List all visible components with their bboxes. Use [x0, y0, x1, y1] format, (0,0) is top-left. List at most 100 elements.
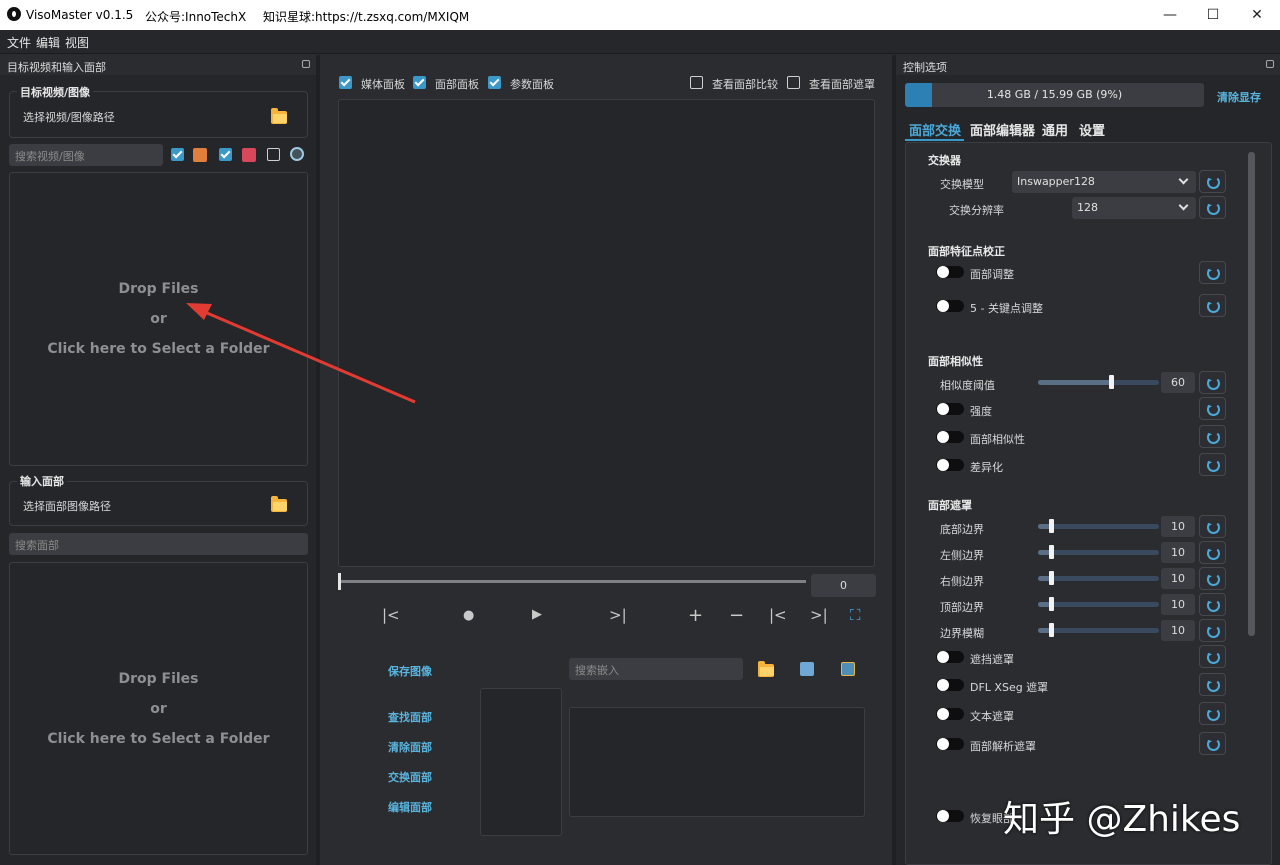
slider-knob[interactable]: [1049, 623, 1054, 637]
maximize-button[interactable]: ☐: [1202, 5, 1224, 25]
undock-icon[interactable]: [1266, 60, 1274, 68]
record-button[interactable]: ●: [463, 608, 474, 623]
find-faces-button[interactable]: 查找面部: [388, 709, 432, 725]
border-blur-value[interactable]: 10: [1161, 620, 1195, 641]
reset-icon[interactable]: [1199, 619, 1226, 642]
faces-drop-zone[interactable]: Drop Files or Click here to Select a Fol…: [9, 562, 308, 855]
bottom-border-slider[interactable]: [1038, 519, 1159, 533]
menu-view[interactable]: 视图: [65, 34, 89, 51]
save-embed-icon[interactable]: [800, 662, 814, 676]
menu-edit[interactable]: 编辑: [36, 34, 60, 51]
fit-view-button[interactable]: ⛶: [850, 606, 861, 624]
face-similarity-toggle[interactable]: [936, 431, 964, 443]
target-faces-list[interactable]: [480, 688, 562, 836]
mask-checkbox[interactable]: [787, 76, 800, 89]
filter-webcam-checkbox[interactable]: [267, 148, 280, 161]
search-embed-input[interactable]: 搜索嵌入: [569, 658, 743, 680]
bottom-border-value[interactable]: 10: [1161, 516, 1195, 537]
play-button[interactable]: ▶: [532, 607, 542, 622]
folder-open-icon[interactable]: [271, 496, 287, 512]
slider-knob[interactable]: [1049, 545, 1054, 559]
face-adjust-toggle[interactable]: [936, 266, 964, 278]
embeddings-list[interactable]: [569, 707, 865, 817]
save-image-button[interactable]: 保存图像: [388, 663, 432, 679]
top-border-slider[interactable]: [1038, 597, 1159, 611]
slider-knob[interactable]: [1049, 519, 1054, 533]
right-border-slider[interactable]: [1038, 571, 1159, 585]
left-border-value[interactable]: 10: [1161, 542, 1195, 563]
top-border-value[interactable]: 10: [1161, 594, 1195, 615]
add-marker-button[interactable]: +: [688, 605, 703, 626]
similarity-threshold-slider[interactable]: [1038, 375, 1159, 389]
undock-icon[interactable]: [302, 60, 310, 68]
differencing-toggle[interactable]: [936, 459, 964, 471]
tab-face-editor[interactable]: 面部编辑器: [970, 120, 1035, 139]
close-button[interactable]: ✕: [1246, 5, 1268, 25]
prev-frame-button[interactable]: |<: [382, 606, 400, 624]
swap-model-select[interactable]: Inswapper128: [1012, 171, 1196, 193]
reset-icon[interactable]: [1199, 673, 1226, 696]
minimize-button[interactable]: —: [1159, 5, 1181, 25]
faces-panel-label: 面部面板: [435, 78, 479, 91]
swap-resolution-select[interactable]: 128: [1072, 197, 1196, 219]
export-embed-icon[interactable]: [841, 662, 855, 676]
parser-mask-toggle[interactable]: [936, 738, 964, 750]
swap-faces-button[interactable]: 交换面部: [388, 769, 432, 785]
restore-eyes-toggle[interactable]: [936, 810, 964, 822]
video-preview[interactable]: [338, 99, 875, 567]
occluder-mask-toggle[interactable]: [936, 651, 964, 663]
tab-common[interactable]: 通用: [1042, 120, 1068, 139]
target-drop-zone[interactable]: Drop Files or Click here to Select a Fol…: [9, 172, 308, 466]
reset-icon[interactable]: [1199, 645, 1226, 668]
edit-faces-button[interactable]: 编辑面部: [388, 799, 432, 815]
similarity-threshold-value[interactable]: 60: [1161, 372, 1195, 393]
reset-icon[interactable]: [1199, 371, 1226, 394]
reset-icon[interactable]: [1199, 453, 1226, 476]
xseg-mask-toggle[interactable]: [936, 679, 964, 691]
search-faces-input[interactable]: 搜索面部: [9, 533, 308, 555]
timeline-track[interactable]: [339, 580, 806, 583]
tab-face-swap[interactable]: 面部交换: [909, 120, 961, 139]
params-panel-checkbox[interactable]: [488, 76, 501, 89]
reset-icon[interactable]: [1199, 541, 1226, 564]
reset-icon[interactable]: [1199, 567, 1226, 590]
reset-icon[interactable]: [1199, 294, 1226, 317]
menu-file[interactable]: 文件: [7, 34, 31, 51]
remove-marker-button[interactable]: −: [729, 605, 744, 626]
frame-number-input[interactable]: 0: [811, 574, 876, 597]
reset-icon[interactable]: [1199, 593, 1226, 616]
reset-icon[interactable]: [1199, 170, 1226, 193]
compare-checkbox[interactable]: [690, 76, 703, 89]
reset-icon[interactable]: [1199, 702, 1226, 725]
reset-icon[interactable]: [1199, 196, 1226, 219]
slider-knob[interactable]: [1108, 375, 1114, 389]
tab-settings[interactable]: 设置: [1079, 120, 1105, 139]
reset-icon[interactable]: [1199, 397, 1226, 420]
scrollbar-thumb[interactable]: [1248, 152, 1255, 636]
reset-icon[interactable]: [1199, 515, 1226, 538]
filter-videos-checkbox[interactable]: [219, 148, 232, 161]
open-embed-icon[interactable]: [758, 661, 774, 677]
faces-panel-checkbox[interactable]: [413, 76, 426, 89]
slider-knob[interactable]: [1049, 597, 1054, 611]
timeline-handle[interactable]: [338, 573, 341, 590]
folder-open-icon[interactable]: [271, 108, 287, 124]
left-border-slider[interactable]: [1038, 545, 1159, 559]
filter-images-checkbox[interactable]: [171, 148, 184, 161]
reset-icon[interactable]: [1199, 261, 1226, 284]
reset-icon[interactable]: [1199, 732, 1226, 755]
border-blur-slider[interactable]: [1038, 623, 1159, 637]
clear-vram-button[interactable]: 清除显存: [1217, 89, 1261, 105]
right-border-value[interactable]: 10: [1161, 568, 1195, 589]
slider-knob[interactable]: [1049, 571, 1054, 585]
search-videos-input[interactable]: 搜索视频/图像: [9, 144, 163, 166]
media-panel-checkbox[interactable]: [339, 76, 352, 89]
reset-icon[interactable]: [1199, 425, 1226, 448]
text-mask-toggle[interactable]: [936, 708, 964, 720]
prev-marker-button[interactable]: |<: [769, 606, 787, 624]
next-frame-button[interactable]: >|: [609, 606, 627, 624]
strength-toggle[interactable]: [936, 403, 964, 415]
clear-faces-button[interactable]: 清除面部: [388, 739, 432, 755]
keypoint-adjust-toggle[interactable]: [936, 300, 964, 312]
next-marker-button[interactable]: >|: [810, 606, 828, 624]
